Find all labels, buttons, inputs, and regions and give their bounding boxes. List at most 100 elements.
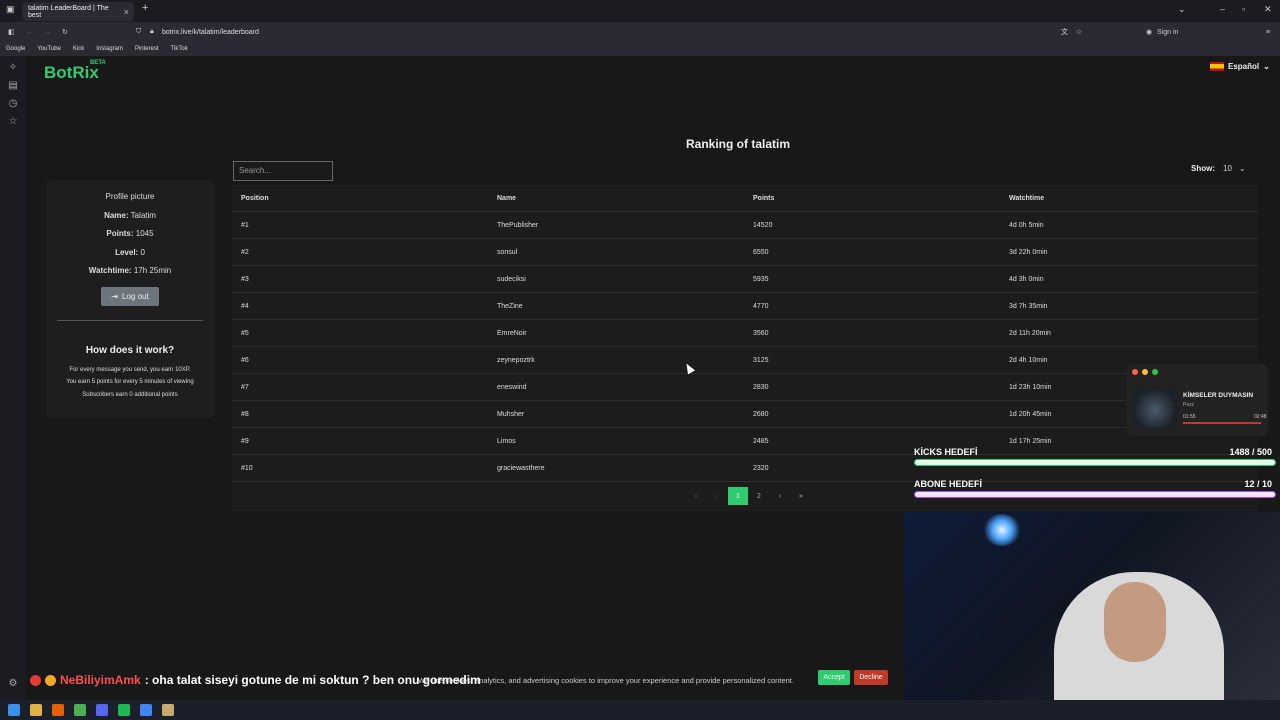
kicks-goal-bar xyxy=(914,459,1276,466)
botrix-logo[interactable]: BotRix xyxy=(44,63,99,83)
accept-cookies-button[interactable]: Accept xyxy=(818,670,850,685)
first-page-button[interactable]: « xyxy=(686,487,706,505)
menu-icon[interactable]: ≡ xyxy=(1266,29,1270,36)
bookmarks-bar: Google YouTube Kick Instagram Pinterest … xyxy=(0,42,1280,56)
reload-icon[interactable]: ↻ xyxy=(62,28,68,36)
album-art xyxy=(1134,388,1176,428)
maximize-icon[interactable]: ▫ xyxy=(1242,4,1245,14)
sub-goal-label: ABONE HEDEFİ xyxy=(914,479,983,489)
browser-tab[interactable]: talatim LeaderBoard | The best × xyxy=(22,2,134,21)
bookmark-star-icon[interactable]: ☆ xyxy=(1076,28,1082,36)
back-icon[interactable]: ← xyxy=(26,29,33,36)
header-position[interactable]: Position xyxy=(241,185,269,211)
watchtime-cell: 1d 23h 10min xyxy=(1009,383,1052,391)
chat-message: : oha talat siseyi gotune de mi soktun ?… xyxy=(144,673,481,687)
tab-list-icon[interactable]: ⌄ xyxy=(1178,4,1186,15)
pagination: « ‹ 1 2 › » xyxy=(686,487,812,505)
language-selector[interactable]: Español ⌄ xyxy=(1210,62,1270,71)
bookmark-pinterest[interactable]: Pinterest xyxy=(135,46,159,52)
sub-goal-value: 12 / 10 xyxy=(1244,479,1272,489)
close-tab-icon[interactable]: × xyxy=(124,7,129,17)
watchtime-cell: 4d 3h 0min xyxy=(1009,275,1044,283)
ai-sparkle-icon[interactable]: ✧ xyxy=(7,62,19,74)
table-row: #7 eneswind 2830 1d 23h 10min xyxy=(232,374,1258,401)
points-cell: 14520 xyxy=(753,221,773,229)
page-2-button[interactable]: 2 xyxy=(749,487,769,505)
position-cell: #3 xyxy=(241,275,249,283)
bookmark-kick[interactable]: Kick xyxy=(73,46,84,52)
header-watchtime[interactable]: Watchtime xyxy=(1009,185,1044,211)
file-explorer-icon[interactable] xyxy=(30,704,42,716)
name-cell: sudeciksi xyxy=(497,275,526,283)
gift-badge-icon xyxy=(45,674,56,686)
profile-name: Name: Talatim xyxy=(104,210,156,220)
decline-cookies-button[interactable]: Decline xyxy=(854,670,888,685)
prev-page-button[interactable]: ‹ xyxy=(707,487,727,505)
chat-username: NeBiliyimAmk xyxy=(60,673,141,687)
last-page-button[interactable]: » xyxy=(791,487,811,505)
chat-overlay: NeBiliyimAmk : oha talat siseyi gotune d… xyxy=(30,673,481,687)
name-cell: TheZine xyxy=(497,302,523,310)
header-name[interactable]: Name xyxy=(497,185,516,211)
page-1-button[interactable]: 1 xyxy=(728,487,748,505)
window-dots xyxy=(1132,369,1158,375)
sign-in-link[interactable]: Sign in xyxy=(1157,29,1178,36)
windows-start-icon[interactable] xyxy=(8,704,20,716)
bookmark-instagram[interactable]: Instagram xyxy=(96,46,123,52)
clock-icon[interactable]: ◷ xyxy=(7,98,19,110)
chevron-down-icon: ⌄ xyxy=(1238,164,1246,173)
tab-title: talatim LeaderBoard | The best xyxy=(28,4,109,19)
sidebar-toggle-icon[interactable]: ▣ xyxy=(6,4,15,15)
position-cell: #1 xyxy=(241,221,249,229)
watchtime-cell: 4d 0h 5min xyxy=(1009,221,1044,229)
discord-icon[interactable] xyxy=(96,704,108,716)
table-header: Position Name Points Watchtime xyxy=(232,185,1258,212)
points-cell: 4770 xyxy=(753,302,769,310)
translate-icon[interactable]: 文 xyxy=(1061,27,1068,37)
logout-button[interactable]: ⇥ Log out xyxy=(101,286,159,306)
chrome-icon[interactable] xyxy=(140,704,152,716)
header-points[interactable]: Points xyxy=(753,185,774,211)
forward-icon[interactable]: → xyxy=(44,29,51,36)
profile-picture-label: Profile picture xyxy=(105,192,155,201)
table-row: #6 zeynepoztrk 3125 2d 4h 10min xyxy=(232,347,1258,374)
bookmark-youtube[interactable]: YouTube xyxy=(37,46,61,52)
position-cell: #2 xyxy=(241,248,249,256)
account-icon[interactable]: ◉ xyxy=(1146,28,1152,36)
bookmark-google[interactable]: Google xyxy=(6,46,25,52)
sidebar-icon[interactable]: ◧ xyxy=(8,28,15,36)
game-launcher-icon[interactable] xyxy=(162,704,174,716)
points-cell: 6550 xyxy=(753,248,769,256)
how-it-works-title: How does it work? xyxy=(85,344,175,356)
new-tab-icon[interactable]: + xyxy=(142,2,148,14)
bookmarks-star-icon[interactable]: ☆ xyxy=(7,116,19,128)
name-cell: eneswind xyxy=(497,383,527,391)
search-input[interactable]: Search... xyxy=(233,161,333,181)
history-icon[interactable]: ▤ xyxy=(7,80,19,92)
spain-flag-icon xyxy=(1210,62,1224,71)
watchtime-cell: 1d 20h 45min xyxy=(1009,410,1052,418)
table-row: #1 ThePublisher 14520 4d 0h 5min xyxy=(232,212,1258,239)
webcam-feed xyxy=(904,512,1280,700)
spotify-icon[interactable] xyxy=(118,704,130,716)
points-cell: 2830 xyxy=(753,383,769,391)
table-row: #2 sonsul 6550 3d 22h 0min xyxy=(232,239,1258,266)
minimize-dot-icon xyxy=(1142,369,1148,375)
show-select[interactable]: 10 ⌄ xyxy=(1223,164,1246,173)
table-row: #4 TheZine 4770 3d 7h 35min xyxy=(232,293,1258,320)
beta-badge: BETA xyxy=(90,60,106,66)
bookmark-tiktok[interactable]: TikTok xyxy=(171,46,188,52)
firefox-icon[interactable] xyxy=(52,704,64,716)
minimize-icon[interactable]: – xyxy=(1220,4,1225,14)
position-cell: #5 xyxy=(241,329,249,337)
settings-gear-icon[interactable]: ⚙ xyxy=(7,678,19,690)
next-page-button[interactable]: › xyxy=(770,487,790,505)
url-bar[interactable]: ⛉ 🔒︎ botrix.live/k/talatim/leaderboard 文… xyxy=(130,24,1090,40)
url-text: botrix.live/k/talatim/leaderboard xyxy=(162,28,259,36)
sub-goal-bar xyxy=(914,491,1276,498)
name-cell: Muhsher xyxy=(497,410,525,418)
obs-icon[interactable] xyxy=(74,704,86,716)
close-window-icon[interactable]: ✕ xyxy=(1264,4,1272,15)
chevron-down-icon: ⌄ xyxy=(1263,62,1270,71)
name-cell: sonsul xyxy=(497,248,518,256)
